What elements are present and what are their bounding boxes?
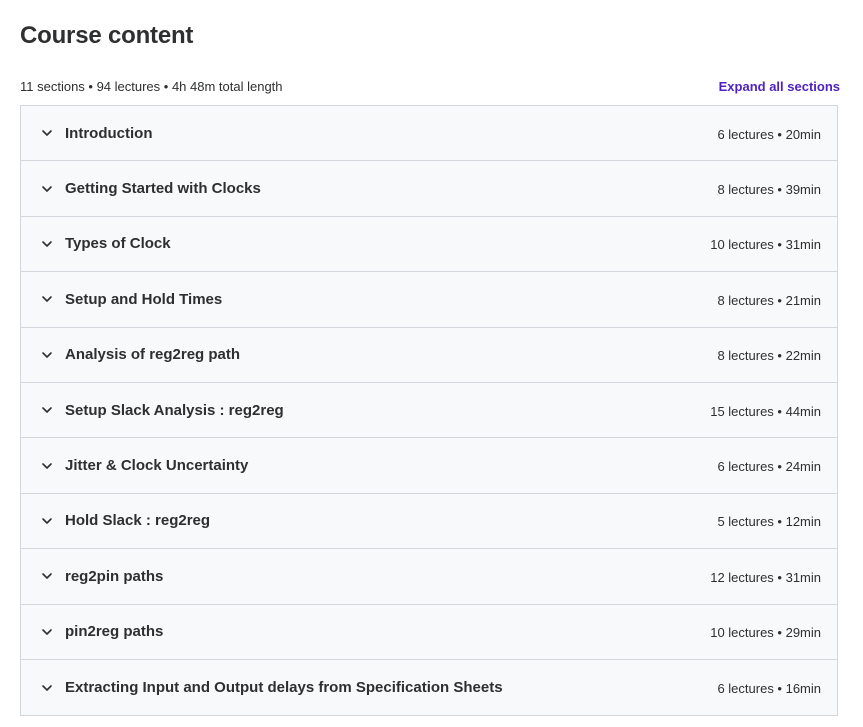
section-header[interactable]: reg2pin paths 12 lectures • 31min bbox=[21, 549, 837, 605]
section-title: Types of Clock bbox=[65, 235, 171, 253]
chevron-down-icon bbox=[41, 293, 53, 305]
section-meta: 12 lectures • 31min bbox=[710, 569, 821, 585]
chevron-down-icon bbox=[41, 460, 53, 472]
section-meta: 10 lectures • 29min bbox=[710, 625, 821, 641]
chevron-down-icon bbox=[41, 349, 53, 361]
section-title: Getting Started with Clocks bbox=[65, 180, 261, 198]
section-header[interactable]: Hold Slack : reg2reg 5 lectures • 12min bbox=[21, 494, 837, 550]
chevron-down-icon bbox=[41, 626, 53, 638]
section-header[interactable]: Jitter & Clock Uncertainty 6 lectures • … bbox=[21, 438, 837, 494]
chevron-down-icon bbox=[41, 404, 53, 416]
page-title: Course content bbox=[20, 22, 194, 49]
expand-all-sections-button[interactable]: Expand all sections bbox=[719, 79, 840, 94]
section-header[interactable]: Setup and Hold Times 8 lectures • 21min bbox=[21, 272, 837, 328]
section-header[interactable]: Setup Slack Analysis : reg2reg 15 lectur… bbox=[21, 383, 837, 439]
section-title: Setup and Hold Times bbox=[65, 290, 223, 308]
section-meta: 6 lectures • 20min bbox=[717, 126, 821, 142]
chevron-down-icon bbox=[41, 570, 53, 582]
section-title: Analysis of reg2reg path bbox=[65, 346, 241, 364]
course-summary: 11 sections • 94 lectures • 4h 48m total… bbox=[20, 78, 283, 94]
chevron-down-icon bbox=[41, 682, 53, 694]
course-summary-row: 11 sections • 94 lectures • 4h 48m total… bbox=[20, 76, 840, 96]
chevron-down-icon bbox=[41, 515, 53, 527]
section-meta: 10 lectures • 31min bbox=[710, 237, 821, 253]
section-meta: 6 lectures • 24min bbox=[717, 459, 821, 475]
section-title: pin2reg paths bbox=[65, 623, 164, 641]
section-meta: 8 lectures • 22min bbox=[717, 348, 821, 364]
section-meta: 5 lectures • 12min bbox=[717, 514, 821, 530]
section-title: Jitter & Clock Uncertainty bbox=[65, 457, 249, 475]
section-title: Hold Slack : reg2reg bbox=[65, 512, 211, 530]
chevron-down-icon bbox=[41, 183, 53, 195]
chevron-down-icon bbox=[41, 127, 53, 139]
section-meta: 8 lectures • 21min bbox=[717, 292, 821, 308]
sections-accordion: Introduction 6 lectures • 20min Getting … bbox=[20, 105, 838, 717]
section-meta: 8 lectures • 39min bbox=[717, 182, 821, 198]
section-title: Extracting Input and Output delays from … bbox=[65, 679, 503, 697]
section-header[interactable]: pin2reg paths 10 lectures • 29min bbox=[21, 605, 837, 660]
section-meta: 6 lectures • 16min bbox=[717, 681, 821, 697]
section-header[interactable]: Extracting Input and Output delays from … bbox=[21, 660, 837, 715]
section-header[interactable]: Analysis of reg2reg path 8 lectures • 22… bbox=[21, 328, 837, 383]
section-header[interactable]: Introduction 6 lectures • 20min bbox=[21, 106, 837, 162]
section-meta: 15 lectures • 44min bbox=[710, 403, 821, 419]
section-header[interactable]: Types of Clock 10 lectures • 31min bbox=[21, 217, 837, 273]
section-header[interactable]: Getting Started with Clocks 8 lectures •… bbox=[21, 161, 837, 217]
chevron-down-icon bbox=[41, 238, 53, 250]
section-title: Introduction bbox=[65, 124, 153, 142]
section-title: reg2pin paths bbox=[65, 567, 164, 585]
section-title: Setup Slack Analysis : reg2reg bbox=[65, 401, 284, 419]
